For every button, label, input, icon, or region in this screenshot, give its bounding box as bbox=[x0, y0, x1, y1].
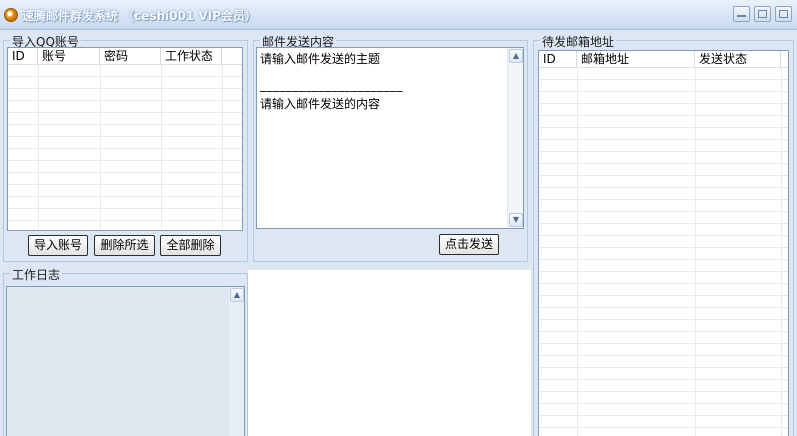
grid-line bbox=[577, 68, 578, 436]
mail-content-group: 邮件发送内容 请输入邮件发送的主题 ______________________… bbox=[253, 33, 528, 262]
mail-body-text[interactable]: 请输入邮件发送的内容 bbox=[260, 95, 380, 112]
import-accounts-group: 导入QQ账号 ID 账号 密码 工作状态 导入账号 删除所选 全部删除 bbox=[3, 33, 248, 262]
scroll-down-icon[interactable]: ▼ bbox=[509, 213, 523, 227]
close-button[interactable] bbox=[775, 6, 792, 22]
column-id[interactable]: ID bbox=[539, 51, 577, 68]
maximize-button[interactable] bbox=[754, 6, 771, 22]
column-work-status[interactable]: 工作状态 bbox=[161, 48, 222, 65]
addresses-list[interactable]: ID 邮箱地址 发送状态 bbox=[538, 50, 789, 436]
column-id[interactable]: ID bbox=[8, 48, 38, 65]
column-email-address[interactable]: 邮箱地址 bbox=[577, 51, 695, 68]
work-log-legend: 工作日志 bbox=[10, 266, 63, 283]
accounts-list-header: ID 账号 密码 工作状态 bbox=[8, 48, 242, 65]
import-accounts-button[interactable]: 导入账号 bbox=[28, 235, 88, 256]
work-log-textarea[interactable]: ▲ bbox=[6, 286, 245, 436]
work-log-scrollbar[interactable]: ▲ bbox=[228, 287, 244, 436]
minimize-icon bbox=[737, 15, 746, 17]
delete-all-button[interactable]: 全部删除 bbox=[160, 235, 221, 256]
addresses-list-header: ID 邮箱地址 发送状态 bbox=[539, 51, 788, 68]
column-filler bbox=[222, 48, 242, 65]
title-bar[interactable]: 速腾邮件群发系统 （ceshi001 VIP会员） bbox=[0, 0, 797, 30]
grid-line bbox=[161, 65, 162, 230]
window-title: 速腾邮件群发系统 （ceshi001 VIP会员） bbox=[22, 9, 258, 23]
work-log-group: 工作日志 ▲ bbox=[3, 266, 248, 436]
column-filler bbox=[781, 51, 788, 68]
grid-line bbox=[38, 65, 39, 230]
app-logo-icon bbox=[4, 8, 18, 22]
mail-separator-text: ______________________ bbox=[260, 78, 403, 92]
pending-addresses-group: 待发邮箱地址 ID 邮箱地址 发送状态 bbox=[533, 33, 794, 436]
column-send-status[interactable]: 发送状态 bbox=[695, 51, 781, 68]
mail-editor-scrollbar[interactable]: ▲ ▼ bbox=[507, 48, 523, 228]
blank-panel bbox=[248, 270, 531, 436]
mail-subject-text[interactable]: 请输入邮件发送的主题 bbox=[260, 50, 380, 67]
maximize-icon bbox=[758, 10, 767, 18]
grid-line bbox=[222, 65, 223, 230]
column-account[interactable]: 账号 bbox=[38, 48, 100, 65]
accounts-list-rows bbox=[8, 65, 242, 230]
grid-line bbox=[781, 68, 782, 436]
grid-line bbox=[695, 68, 696, 436]
delete-selected-button[interactable]: 删除所选 bbox=[94, 235, 155, 256]
grid-line bbox=[100, 65, 101, 230]
mail-editor[interactable]: 请输入邮件发送的主题 ______________________ 请输入邮件发… bbox=[256, 47, 524, 229]
scroll-up-icon[interactable]: ▲ bbox=[230, 288, 244, 302]
send-button[interactable]: 点击发送 bbox=[439, 234, 499, 255]
minimize-button[interactable] bbox=[733, 6, 750, 22]
pending-addresses-legend: 待发邮箱地址 bbox=[540, 33, 617, 50]
accounts-list[interactable]: ID 账号 密码 工作状态 bbox=[7, 47, 243, 231]
column-password[interactable]: 密码 bbox=[100, 48, 161, 65]
scroll-up-icon[interactable]: ▲ bbox=[509, 49, 523, 63]
close-icon bbox=[779, 10, 788, 18]
